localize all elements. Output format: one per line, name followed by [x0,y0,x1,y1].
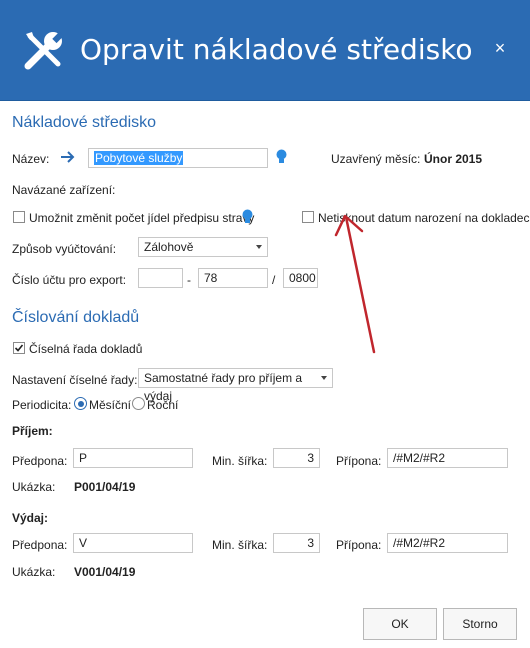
arrow-right-icon [61,151,75,163]
closed-month-label: Uzavřený měsíc: [331,152,421,166]
account-bank-input[interactable]: 0800 [283,268,318,288]
ok-button[interactable]: OK [363,608,437,640]
income-min-width-label: Min. šířka: [212,454,268,468]
section-title-cost-center: Nákladové středisko [12,114,157,131]
income-title: Příjem: [12,424,53,438]
expense-suffix-input[interactable]: /#M2/#R2 [387,533,508,553]
income-suffix-label: Přípona: [336,454,382,468]
income-sample-value: P001/04/19 [74,480,136,494]
chevron-down-icon [321,376,327,380]
cancel-button[interactable]: Storno [443,608,517,640]
expense-prefix-input[interactable]: V [73,533,193,553]
annotation-arrow [334,214,376,354]
monthly-radio[interactable] [74,397,87,410]
account-prefix-input[interactable] [138,268,183,288]
account-slash: / [272,273,276,287]
series-setting-select[interactable]: Samostatné řady pro příjem a výdaj [138,368,333,403]
income-sample-label: Ukázka: [12,480,56,494]
income-suffix-input[interactable]: /#M2/#R2 [387,448,508,468]
radio-dot [77,400,84,407]
billing-select[interactable]: Zálohově [138,237,268,257]
checkmark-icon [14,344,24,352]
series-checkbox[interactable] [13,342,25,354]
allow-change-checkbox[interactable] [13,211,25,223]
close-icon[interactable]: × [490,36,510,60]
no-print-birth-checkbox[interactable] [302,211,314,223]
income-prefix-input[interactable]: P [73,448,193,468]
section-title-numbering: Číslování dokladů [12,309,140,326]
dialog-title: Opravit nákladové středisko [80,33,473,66]
closed-month-value: Únor 2015 [424,152,483,166]
allow-change-label[interactable]: Umožnit změnit počet jídel předpisu stra… [29,211,254,225]
billing-label: Způsob vyúčtování: [12,242,117,256]
tools-icon [24,31,64,70]
income-prefix-label: Předpona: [12,454,68,468]
periodicity-label: Periodicita: [12,398,72,412]
name-input-value: Pobytové služby [94,151,184,165]
name-input[interactable]: Pobytové služby [88,148,268,168]
expense-sample-value: V001/04/19 [74,565,136,579]
dialog-header: Opravit nákladové středisko × [0,0,530,101]
account-dash: - [187,273,191,287]
expense-title: Výdaj: [12,511,49,525]
expense-min-width-input[interactable]: 3 [273,533,320,553]
expense-sample-label: Ukázka: [12,565,56,579]
lightbulb-icon[interactable] [242,209,253,225]
yearly-radio[interactable] [132,397,145,410]
account-label: Číslo účtu pro export: [12,273,127,287]
expense-suffix-label: Přípona: [336,538,382,552]
series-label[interactable]: Číselná řada dokladů [29,342,142,356]
income-min-width-input[interactable]: 3 [273,448,320,468]
yearly-label[interactable]: Roční [147,398,178,412]
expense-min-width-label: Min. šířka: [212,538,268,552]
series-setting-label: Nastavení číselné řady: [12,373,138,387]
billing-select-value: Zálohově [144,240,194,254]
lightbulb-icon[interactable] [276,149,287,165]
monthly-label[interactable]: Měsíční [89,398,131,412]
expense-prefix-label: Předpona: [12,538,68,552]
name-label: Název: [12,152,50,166]
account-number-input[interactable]: 78 [198,268,268,288]
chevron-down-icon [256,245,262,249]
linked-devices-label: Navázané zařízení: [12,183,116,197]
